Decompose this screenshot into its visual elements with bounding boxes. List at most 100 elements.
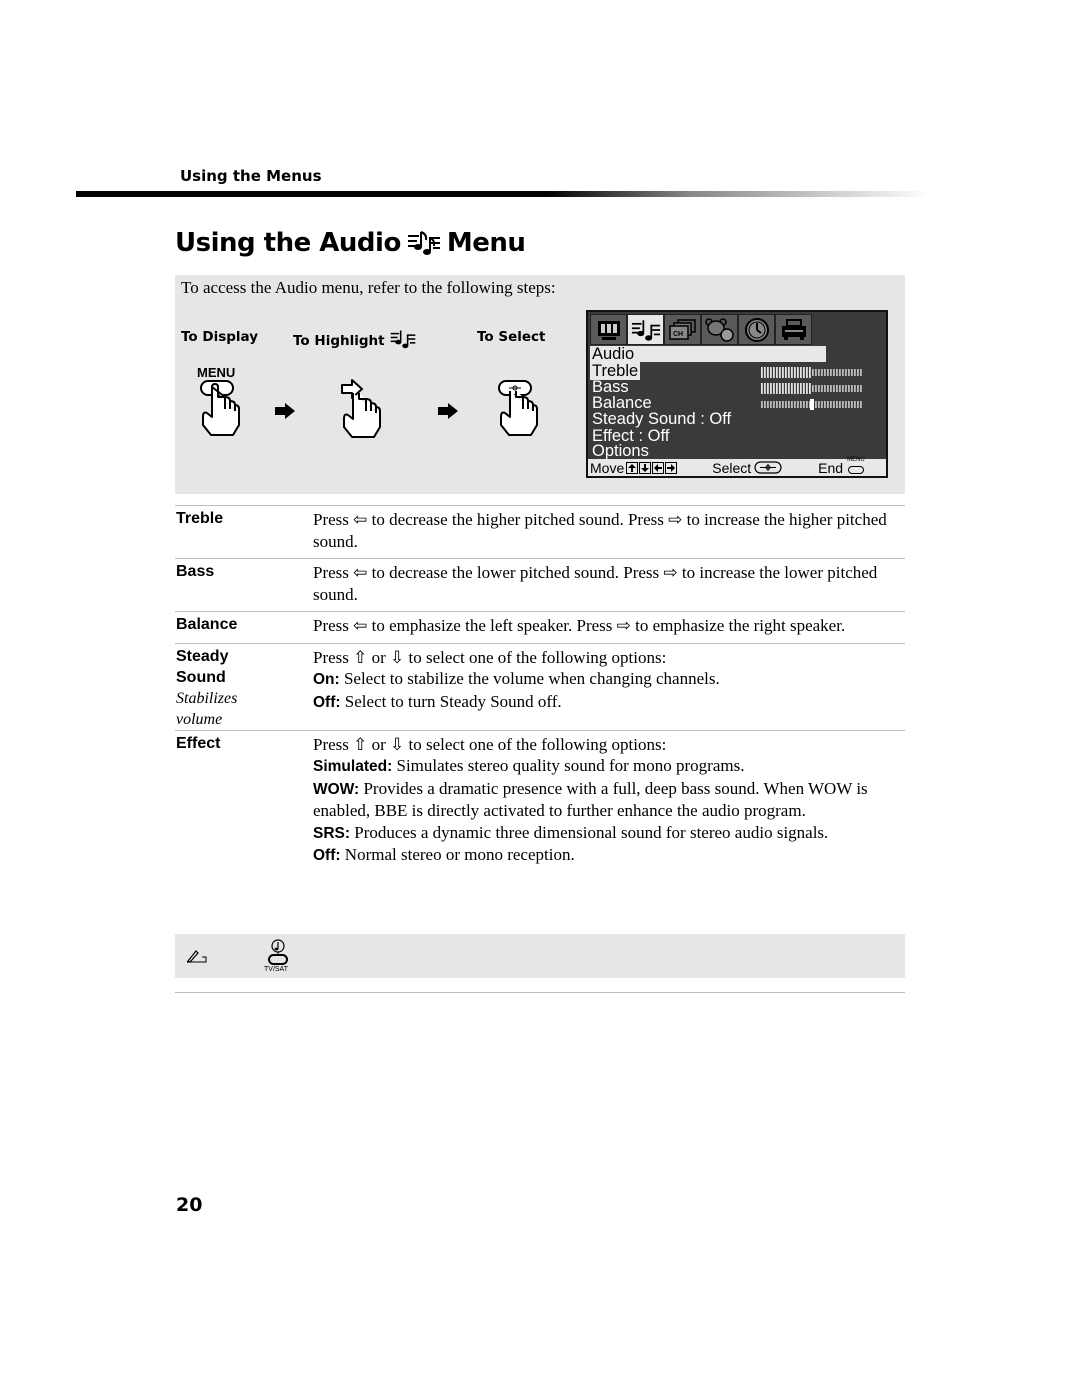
level-segment (770, 367, 772, 378)
menu-item-treble[interactable]: Treble (590, 362, 641, 380)
level-segment (776, 383, 778, 394)
step-label-select: To Select (477, 329, 546, 345)
level-segment (845, 369, 847, 376)
option-wow: WOW: Provides a dramatic presence with a… (313, 778, 905, 822)
tab-channel[interactable]: CH (664, 314, 701, 345)
menu-item-options[interactable]: Options (590, 443, 649, 460)
level-segment (794, 383, 796, 394)
step-label-highlight: To Highlight (293, 329, 417, 353)
hand-press-menu-icon (200, 380, 240, 436)
level-segment (824, 369, 826, 376)
option-label: WOW: (313, 780, 360, 798)
section-header: Using the Menus (180, 167, 322, 185)
end-menu-label: MENU (847, 456, 865, 463)
option-text: Produces a dynamic three dimensional sou… (350, 822, 829, 842)
option-text: Select to stabilize the volume when chan… (339, 669, 720, 688)
level-segment (794, 401, 796, 408)
level-segment (815, 401, 817, 408)
steps-panel: To access the Audio menu, refer to the f… (175, 275, 905, 494)
steps-intro: To access the Audio menu, refer to the f… (181, 278, 556, 297)
tab-video[interactable] (590, 314, 627, 345)
hand-press-select-icon (498, 380, 538, 436)
level-segment (770, 383, 772, 394)
level-segment (818, 369, 820, 376)
term-description: Press ⇧ or ⇩ to select one of the follow… (313, 731, 905, 873)
level-segment (788, 401, 790, 408)
level-segment (764, 401, 766, 408)
level-segment (827, 385, 829, 392)
option-label: Simulated: (313, 758, 393, 775)
level-segment (767, 401, 769, 408)
tv-onscreen-menu: CH Audio Treble Bass Balance Steady Soun… (586, 310, 888, 478)
level-segment (812, 385, 814, 392)
level-segment (800, 383, 802, 394)
level-segment (773, 367, 775, 378)
level-segment (776, 401, 778, 408)
option-simulated: Simulated: Simulates stereo quality soun… (313, 755, 905, 778)
footer-move-label: Move (590, 459, 625, 476)
balance-level-bar[interactable] (761, 399, 863, 410)
level-segment (815, 385, 817, 392)
level-segment (851, 385, 853, 392)
option-label: Off: (313, 693, 341, 711)
level-segment (806, 401, 808, 408)
level-segment (779, 383, 781, 394)
level-segment (797, 383, 799, 394)
level-segment (857, 369, 859, 376)
level-segment (842, 369, 844, 376)
level-segment (824, 385, 826, 392)
term-subtitle: Stabilizes volume (176, 689, 238, 728)
level-segment (767, 383, 769, 394)
table-row-steady-sound: Steady Sound Stabilizes volume Press ⇧ o… (175, 642, 905, 730)
arrow-right-icon (438, 403, 458, 419)
level-segment (785, 367, 787, 378)
level-segment (839, 369, 841, 376)
level-segment (845, 385, 847, 392)
level-segment (791, 383, 793, 394)
level-segment (857, 401, 859, 408)
menu-item-steady-sound[interactable]: Steady Sound : Off (590, 411, 731, 428)
term-label: Balance (176, 616, 238, 633)
level-segment (821, 401, 823, 408)
option-text: Normal stereo or mono reception. (340, 845, 575, 864)
tab-audio[interactable] (627, 314, 664, 345)
menu-button-label: MENU (197, 365, 236, 380)
level-segment (836, 385, 838, 392)
menu-footer: Move Select End MENU (588, 456, 886, 476)
table-row-bass: Bass Press ⇦ to decrease the lower pitch… (175, 558, 905, 611)
level-segment (764, 383, 766, 394)
level-segment (806, 367, 808, 378)
level-segment (833, 369, 835, 376)
option-on: On: Select to stabilize the volume when … (313, 668, 905, 691)
level-segment (854, 385, 856, 392)
end-menu-button-icon: MENU (847, 456, 867, 476)
level-segment (848, 369, 850, 376)
menu-item-balance[interactable]: Balance (590, 395, 652, 412)
step-label-highlight-text: To Highlight (293, 333, 385, 349)
tab-parent[interactable] (701, 314, 738, 345)
arrow-right-icon (275, 403, 295, 419)
bass-level-bar[interactable] (761, 383, 863, 394)
tab-timer[interactable] (738, 314, 775, 345)
level-segment (827, 369, 829, 376)
settings-description-table: Treble Press ⇦ to decrease the higher pi… (175, 505, 905, 873)
level-segment (800, 401, 802, 408)
header-rule (76, 191, 931, 197)
setup-icon (781, 318, 806, 340)
audio-icon (631, 319, 660, 341)
level-segment (851, 369, 853, 376)
level-segment (821, 369, 823, 376)
svg-text:CH: CH (673, 331, 683, 338)
level-segment (851, 401, 853, 408)
treble-level-bar[interactable] (761, 367, 863, 378)
level-segment (821, 385, 823, 392)
level-segment (848, 385, 850, 392)
level-segment (791, 367, 793, 378)
term-line-1: Steady (176, 647, 229, 665)
tab-setup[interactable] (775, 314, 812, 345)
level-segment (782, 367, 784, 378)
level-segment (797, 401, 799, 408)
parent-icon (704, 317, 734, 342)
menu-item-bass[interactable]: Bass (590, 379, 629, 396)
option-text: Simulates stereo quality sound for mono … (392, 756, 745, 775)
